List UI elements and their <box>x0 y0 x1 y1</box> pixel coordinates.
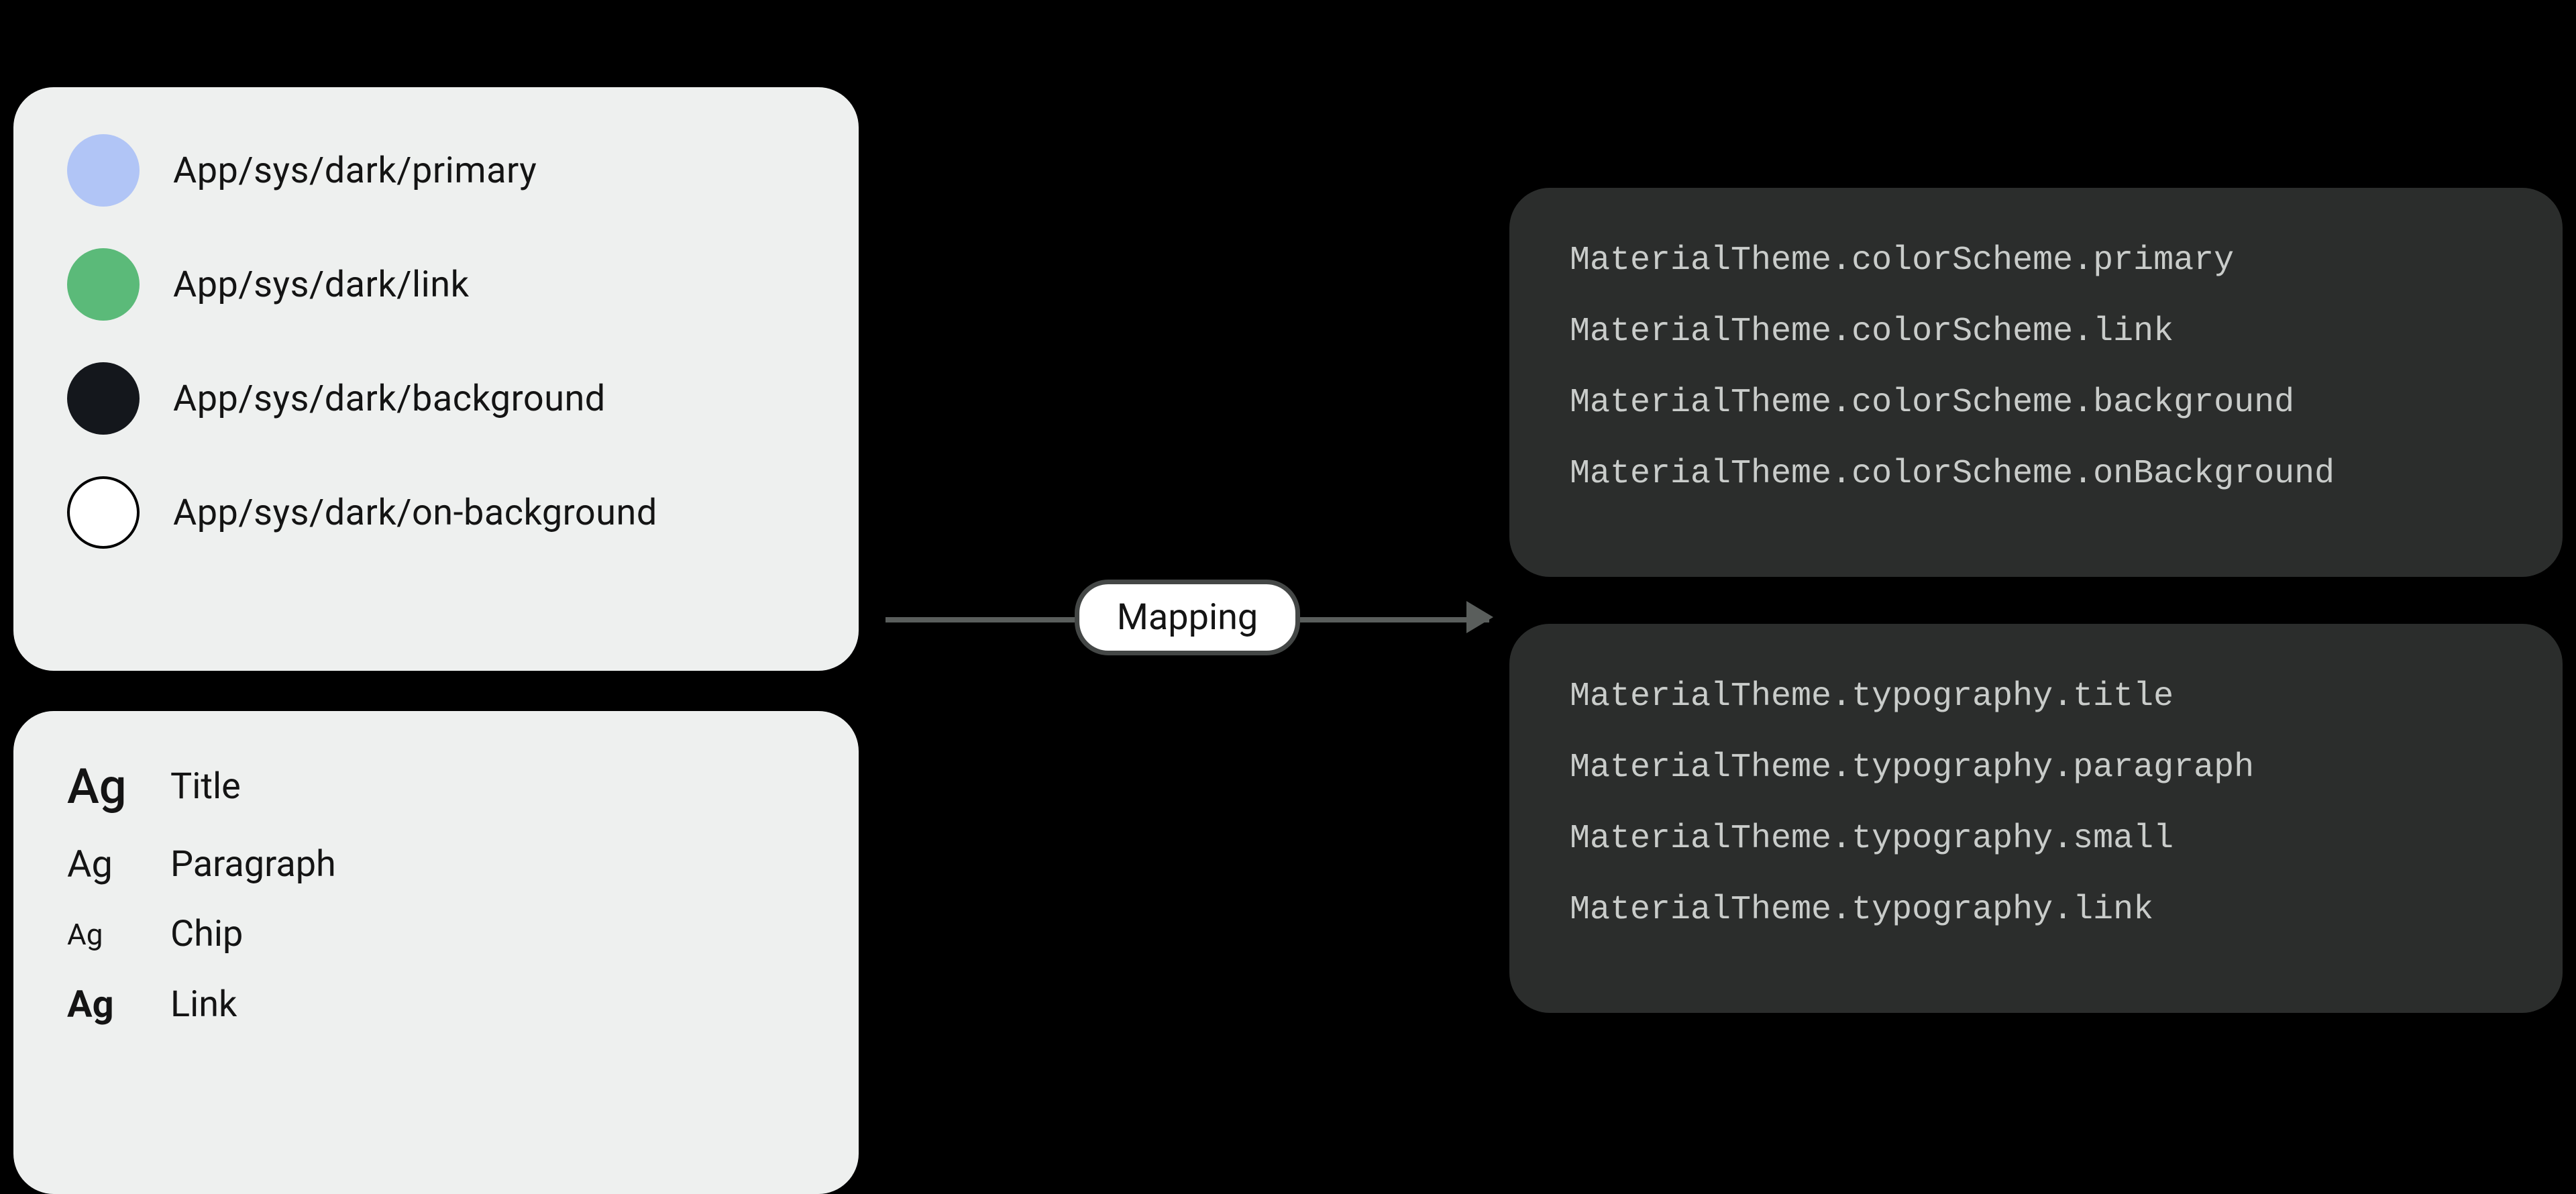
color-token-label: App/sys/dark/link <box>173 264 469 306</box>
typography-token-label: Link <box>170 983 237 1026</box>
color-token-label: App/sys/dark/background <box>173 378 606 420</box>
code-line: MaterialTheme.colorScheme.background <box>1570 384 2502 423</box>
code-line: MaterialTheme.typography.title <box>1570 677 2502 716</box>
color-token-row: App/sys/dark/link <box>67 248 805 321</box>
typography-token-row: Ag Chip <box>67 913 805 955</box>
color-swatch-on-background <box>67 476 140 549</box>
code-panel-typography: MaterialTheme.typography.title MaterialT… <box>1509 624 2563 1013</box>
arrow-head-icon <box>1466 601 1493 633</box>
typography-sample-chip: Ag <box>67 917 138 952</box>
color-token-label: App/sys/dark/primary <box>173 150 537 192</box>
mapping-label: Mapping <box>1117 596 1258 639</box>
mapping-pill: Mapping <box>1075 580 1300 655</box>
code-line: MaterialTheme.typography.small <box>1570 820 2502 859</box>
color-swatch-background <box>67 362 140 435</box>
typography-token-label: Paragraph <box>170 843 336 885</box>
code-line: MaterialTheme.typography.paragraph <box>1570 749 2502 788</box>
typography-token-label: Title <box>170 765 241 808</box>
code-line: MaterialTheme.colorScheme.link <box>1570 313 2502 351</box>
typography-token-row: Ag Link <box>67 982 805 1026</box>
typography-sample-title: Ag <box>67 758 138 815</box>
typography-sample-link: Ag <box>67 982 138 1026</box>
color-token-label: App/sys/dark/on-background <box>173 492 657 534</box>
typography-token-row: Ag Paragraph <box>67 842 805 886</box>
code-line: MaterialTheme.colorScheme.onBackground <box>1570 455 2502 494</box>
color-swatch-link <box>67 248 140 321</box>
color-token-row: App/sys/dark/on-background <box>67 476 805 549</box>
code-line: MaterialTheme.typography.link <box>1570 891 2502 930</box>
color-token-row: App/sys/dark/background <box>67 362 805 435</box>
typography-sample-paragraph: Ag <box>67 842 138 886</box>
code-line: MaterialTheme.colorScheme.primary <box>1570 241 2502 280</box>
color-token-row: App/sys/dark/primary <box>67 134 805 207</box>
code-panel-colorscheme: MaterialTheme.colorScheme.primary Materi… <box>1509 188 2563 577</box>
typography-token-label: Chip <box>170 913 243 955</box>
color-swatch-primary <box>67 134 140 207</box>
design-tokens-colors-panel: App/sys/dark/primary App/sys/dark/link A… <box>13 87 859 671</box>
mapping-arrow: Mapping <box>885 577 1489 657</box>
design-tokens-typography-panel: Ag Title Ag Paragraph Ag Chip Ag Link <box>13 711 859 1194</box>
typography-token-row: Ag Title <box>67 758 805 815</box>
